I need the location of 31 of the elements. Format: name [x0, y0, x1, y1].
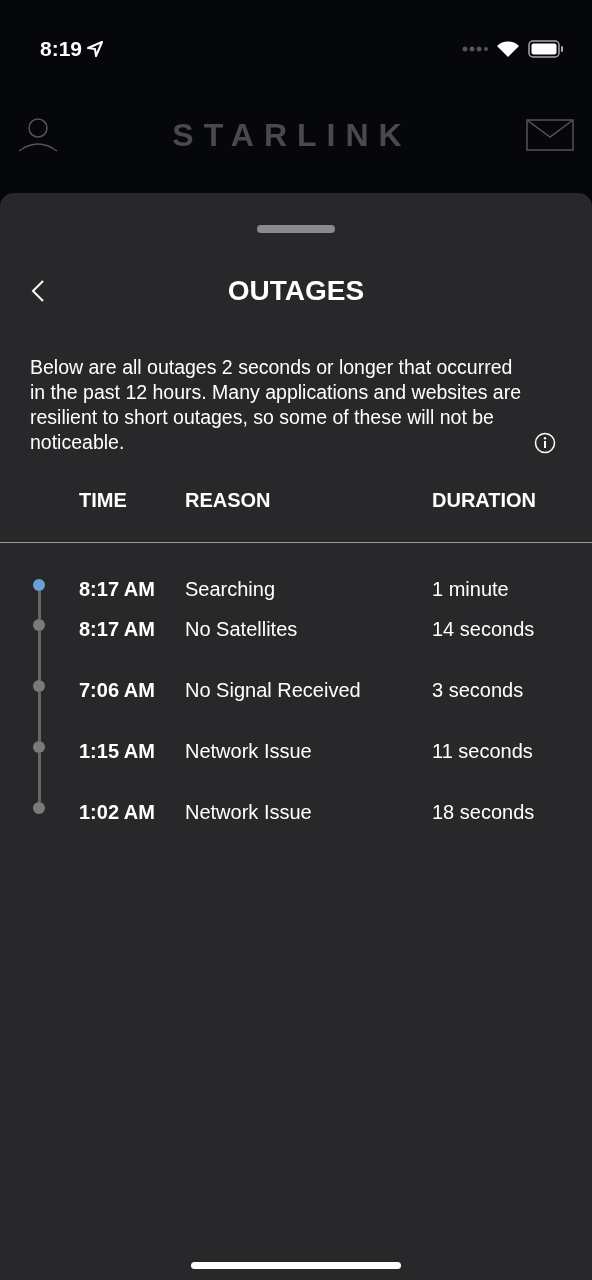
reason-text: Network Issue — [185, 740, 312, 762]
reason-text: No Signal Received — [185, 679, 361, 701]
time-text: 1:15 AM — [79, 740, 155, 762]
duration-text: 14 seconds — [432, 618, 535, 640]
column-header: DURATION — [432, 489, 537, 511]
duration-text: 1 minute — [432, 578, 509, 600]
mail-icon[interactable] — [526, 118, 574, 151]
description-text: Below are all outages 2 seconds or longer that occurred in the past 12 hours. Many applications and websites are resilient to short outages, so some of these will not be noticeable. — [30, 355, 523, 455]
info-icon[interactable] — [534, 432, 556, 454]
drag-handle[interactable] — [257, 225, 335, 233]
app-logo-text: STARLINK — [172, 115, 412, 155]
duration-text: 11 seconds — [432, 740, 533, 762]
location-arrow-icon — [86, 40, 105, 58]
reason-text: Searching — [185, 578, 276, 600]
duration-text: 18 seconds — [432, 801, 535, 823]
column-header: REASON — [185, 489, 271, 511]
signal-icon — [462, 46, 488, 52]
column-header: TIME — [79, 489, 127, 511]
time-text: 7:06 AM — [79, 679, 155, 701]
reason-text: No Satellites — [185, 618, 298, 640]
status-time: 8:19 — [40, 36, 83, 63]
back-icon[interactable] — [31, 279, 45, 303]
wifi-icon — [496, 40, 520, 58]
battery-icon — [528, 40, 564, 58]
duration-text: 3 seconds — [432, 679, 524, 701]
page-title: OUTAGES — [227, 275, 365, 306]
user-icon[interactable] — [18, 117, 58, 152]
time-text: 1:02 AM — [79, 801, 155, 823]
reason-text: Network Issue — [185, 801, 312, 823]
time-text: 8:17 AM — [79, 618, 155, 640]
time-text: 8:17 AM — [79, 578, 155, 600]
